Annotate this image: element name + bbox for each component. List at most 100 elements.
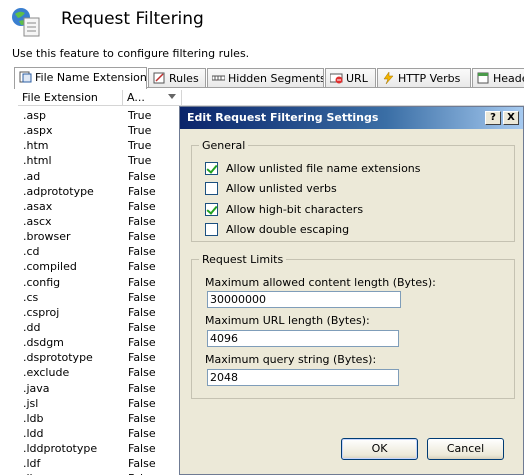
cell-allowed: False <box>128 351 156 365</box>
cell-file-extension: .ldb <box>23 411 44 425</box>
cell-allowed: False <box>128 184 156 198</box>
cell-allowed: False <box>128 442 156 456</box>
close-button[interactable]: X <box>503 111 519 125</box>
cell-allowed: False <box>128 336 156 350</box>
cell-file-extension: .ascx <box>23 214 52 228</box>
cell-file-extension: .asax <box>23 199 53 213</box>
max-url-length-input[interactable] <box>207 330 399 347</box>
cell-allowed: False <box>128 199 156 213</box>
edit-request-filtering-dialog: Edit Request Filtering Settings ? X Gene… <box>179 106 524 475</box>
cell-file-extension: .compiled <box>23 260 77 274</box>
cell-allowed: False <box>128 457 156 471</box>
cell-file-extension: .aspx <box>23 124 53 138</box>
cell-allowed: False <box>128 305 156 319</box>
request-limits-group-label: Request Limits <box>199 253 287 266</box>
checkbox[interactable] <box>205 223 218 236</box>
cell-file-extension: .cs <box>23 290 39 304</box>
rules-icon <box>153 72 165 84</box>
hidden-segments-icon <box>212 75 225 81</box>
help-button[interactable]: ? <box>485 111 501 125</box>
cell-allowed: True <box>128 109 152 122</box>
tab-label: Hidden Segments <box>228 72 324 85</box>
cell-allowed: False <box>128 260 156 274</box>
column-header-file-extension[interactable]: File Extension <box>22 91 98 104</box>
sort-dropdown-icon[interactable] <box>168 94 176 99</box>
http-verbs-icon <box>383 72 394 84</box>
cell-allowed: False <box>128 245 156 259</box>
cell-file-extension: .java <box>23 381 50 395</box>
dialog-titlebar[interactable]: Edit Request Filtering Settings ? X <box>180 107 523 129</box>
checkbox-label: Allow high-bit characters <box>226 203 364 216</box>
cell-allowed: True <box>128 139 152 153</box>
cell-file-extension: .lddprototype <box>23 442 98 456</box>
url-icon <box>330 73 343 84</box>
tab-label: File Name Extensions <box>35 71 147 84</box>
cell-file-extension: .dd <box>23 320 41 334</box>
cell-allowed: False <box>128 396 156 410</box>
tab-url[interactable]: URL <box>325 68 376 88</box>
cell-allowed: False <box>128 320 156 334</box>
cell-file-extension: .config <box>23 275 61 289</box>
cell-allowed: True <box>128 124 152 138</box>
headers-icon <box>477 72 489 84</box>
tab-hidden-segments[interactable]: Hidden Segments <box>207 68 324 88</box>
cell-file-extension: .asp <box>23 109 46 122</box>
request-filtering-icon <box>12 8 40 37</box>
column-separator[interactable] <box>181 90 182 105</box>
cell-allowed: False <box>128 411 156 425</box>
cell-file-extension: .adprototype <box>23 184 94 198</box>
tab-label: Rules <box>169 72 199 85</box>
dialog-title: Edit Request Filtering Settings <box>187 111 379 124</box>
general-group-label: General <box>199 139 249 152</box>
cell-file-extension: .exclude <box>23 366 70 380</box>
checkbox[interactable] <box>205 162 218 175</box>
max-url-length-label: Maximum URL length (Bytes): <box>205 314 370 327</box>
cell-file-extension: .dsdgm <box>23 336 64 350</box>
cell-allowed: True <box>128 154 152 168</box>
tab-headers[interactable]: Heade <box>472 68 524 88</box>
max-content-length-label: Maximum allowed content length (Bytes): <box>205 276 436 289</box>
tab-label: URL <box>346 72 368 85</box>
cell-allowed: False <box>128 290 156 304</box>
tab-http-verbs[interactable]: HTTP Verbs <box>377 68 471 88</box>
column-separator[interactable] <box>122 90 123 105</box>
page-header: Request Filtering <box>0 0 524 44</box>
cell-allowed: False <box>128 426 156 440</box>
cell-allowed: False <box>128 366 156 380</box>
tab-label: Heade <box>493 72 524 85</box>
page-title: Request Filtering <box>61 9 204 29</box>
cell-file-extension: .dsprototype <box>23 351 93 365</box>
checkbox[interactable] <box>205 182 218 195</box>
checkbox-label: Allow unlisted file name extensions <box>226 162 421 175</box>
max-content-length-input[interactable] <box>207 291 401 308</box>
ok-button[interactable]: OK <box>341 438 418 460</box>
cell-file-extension: .ldf <box>23 457 41 471</box>
file-extensions-icon <box>19 71 32 83</box>
cell-allowed: False <box>128 169 156 183</box>
max-query-string-label: Maximum query string (Bytes): <box>205 353 377 366</box>
tab-strip: File Name Extensions Rules Hidden Segmen… <box>14 67 524 89</box>
cell-file-extension: .htm <box>23 139 49 153</box>
cell-allowed: False <box>128 275 156 289</box>
cell-file-extension: .jsl <box>23 396 39 410</box>
checkbox-label: Allow double escaping <box>226 223 350 236</box>
tab-label: HTTP Verbs <box>398 72 461 85</box>
cell-allowed: False <box>128 230 156 244</box>
cell-file-extension: .ldd <box>23 426 44 440</box>
column-header-allowed[interactable]: A... <box>127 91 145 104</box>
cell-file-extension: .ad <box>23 169 41 183</box>
cancel-button[interactable]: Cancel <box>427 438 504 460</box>
checkbox[interactable] <box>205 203 218 216</box>
tab-rules[interactable]: Rules <box>148 68 206 88</box>
page-description: Use this feature to configure filtering … <box>12 47 250 60</box>
max-query-string-input[interactable] <box>207 369 399 386</box>
cell-file-extension: .html <box>23 154 52 168</box>
cell-file-extension: .cd <box>23 245 40 259</box>
checkbox-label: Allow unlisted verbs <box>226 182 337 195</box>
cell-file-extension: .csproj <box>23 305 60 319</box>
cell-file-extension: .browser <box>23 230 71 244</box>
table-header: File Extension A... <box>18 90 524 106</box>
cell-allowed: False <box>128 214 156 228</box>
cell-allowed: False <box>128 381 156 395</box>
tab-file-name-extensions[interactable]: File Name Extensions <box>14 67 147 89</box>
